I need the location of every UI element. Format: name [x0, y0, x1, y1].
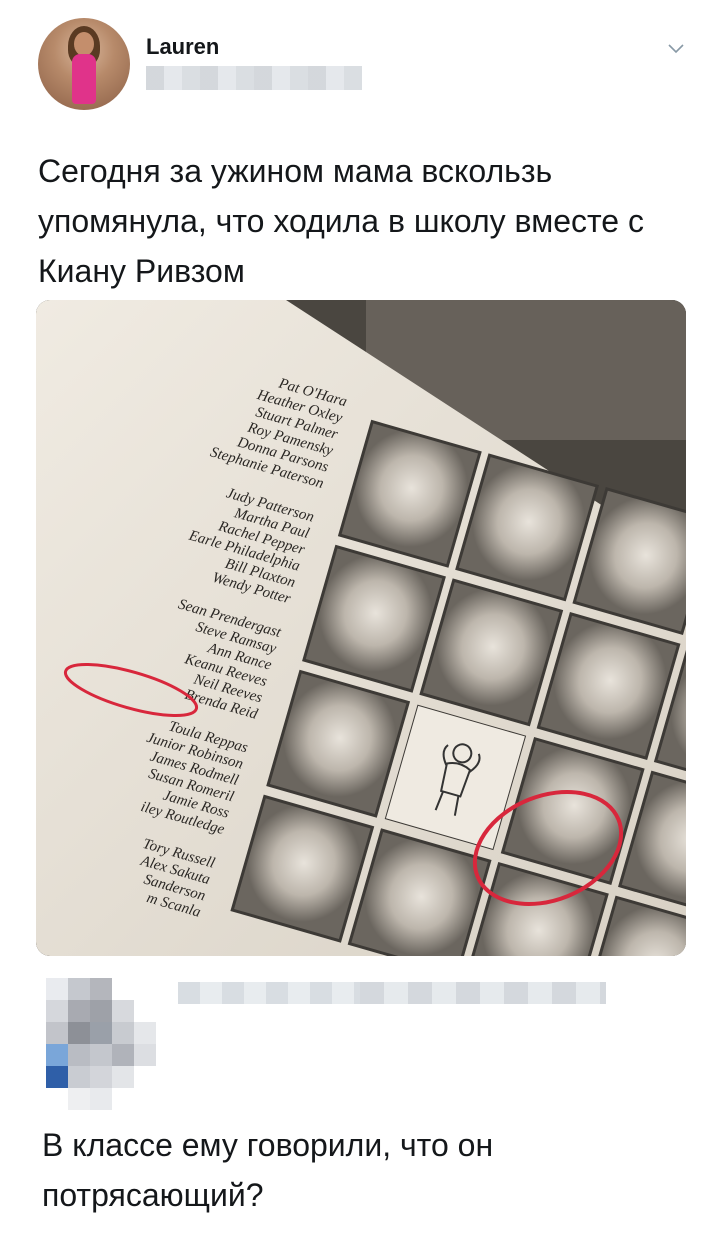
pixelated-avatar [46, 978, 156, 1110]
tweet-photo[interactable]: Pat O'Hara Heather Oxley Stuart Palmer Roy … [36, 300, 686, 956]
yearbook-photo: Pat O'HaraHeather OxleyStuart PalmerRoy … [36, 300, 686, 956]
tweet-text: Сегодня за ужином мама вскользь упомянул… [38, 153, 644, 289]
author-name[interactable]: Lauren [146, 34, 219, 60]
reply-author-handle-blurred [360, 982, 606, 1004]
reply-text: В классе ему говорили, что он потрясающи… [42, 1127, 494, 1213]
chevron-down-icon[interactable] [666, 38, 686, 58]
author-handle-blurred [146, 66, 362, 90]
tweet-header: Lauren [0, 0, 720, 130]
avatar-head [74, 32, 94, 56]
avatar-dress [72, 54, 96, 104]
reply-avatar-blurred[interactable] [46, 978, 156, 1110]
author-avatar[interactable] [38, 18, 130, 110]
